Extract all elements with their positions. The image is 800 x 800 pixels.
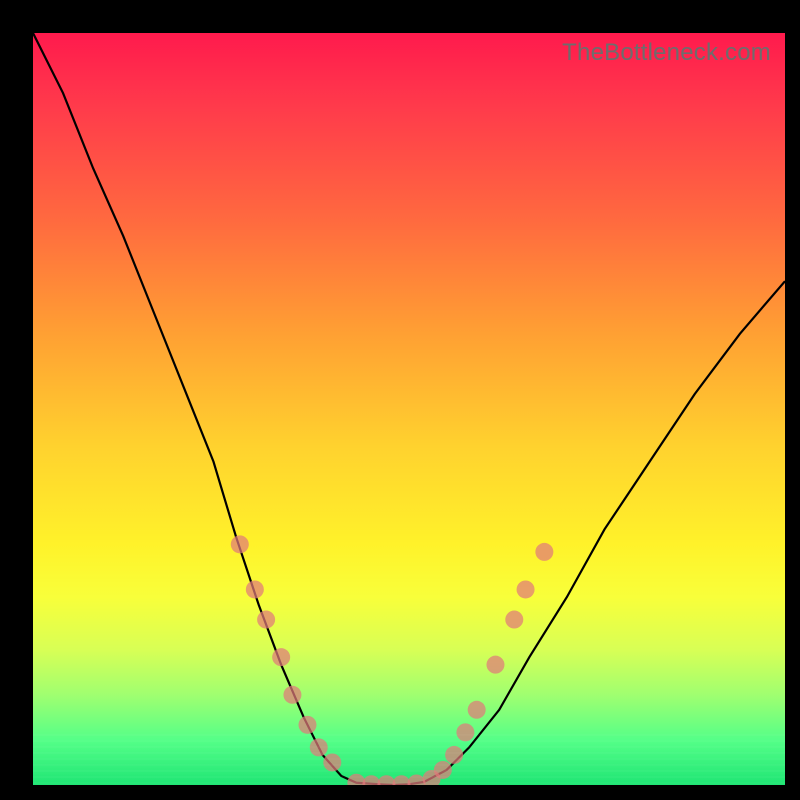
plot-area: TheBottleneck.com — [33, 33, 785, 785]
data-point — [231, 535, 249, 553]
green-zone-striations — [33, 730, 785, 785]
data-point — [257, 611, 275, 629]
data-point — [272, 648, 290, 666]
data-point — [246, 580, 264, 598]
data-point — [505, 611, 523, 629]
data-point — [283, 686, 301, 704]
chart-frame: TheBottleneck.com — [0, 0, 800, 800]
data-point — [535, 543, 553, 561]
data-point — [517, 580, 535, 598]
curve-layer — [33, 33, 785, 785]
bottleneck-curve — [33, 33, 785, 785]
data-point — [486, 656, 504, 674]
data-point — [468, 701, 486, 719]
